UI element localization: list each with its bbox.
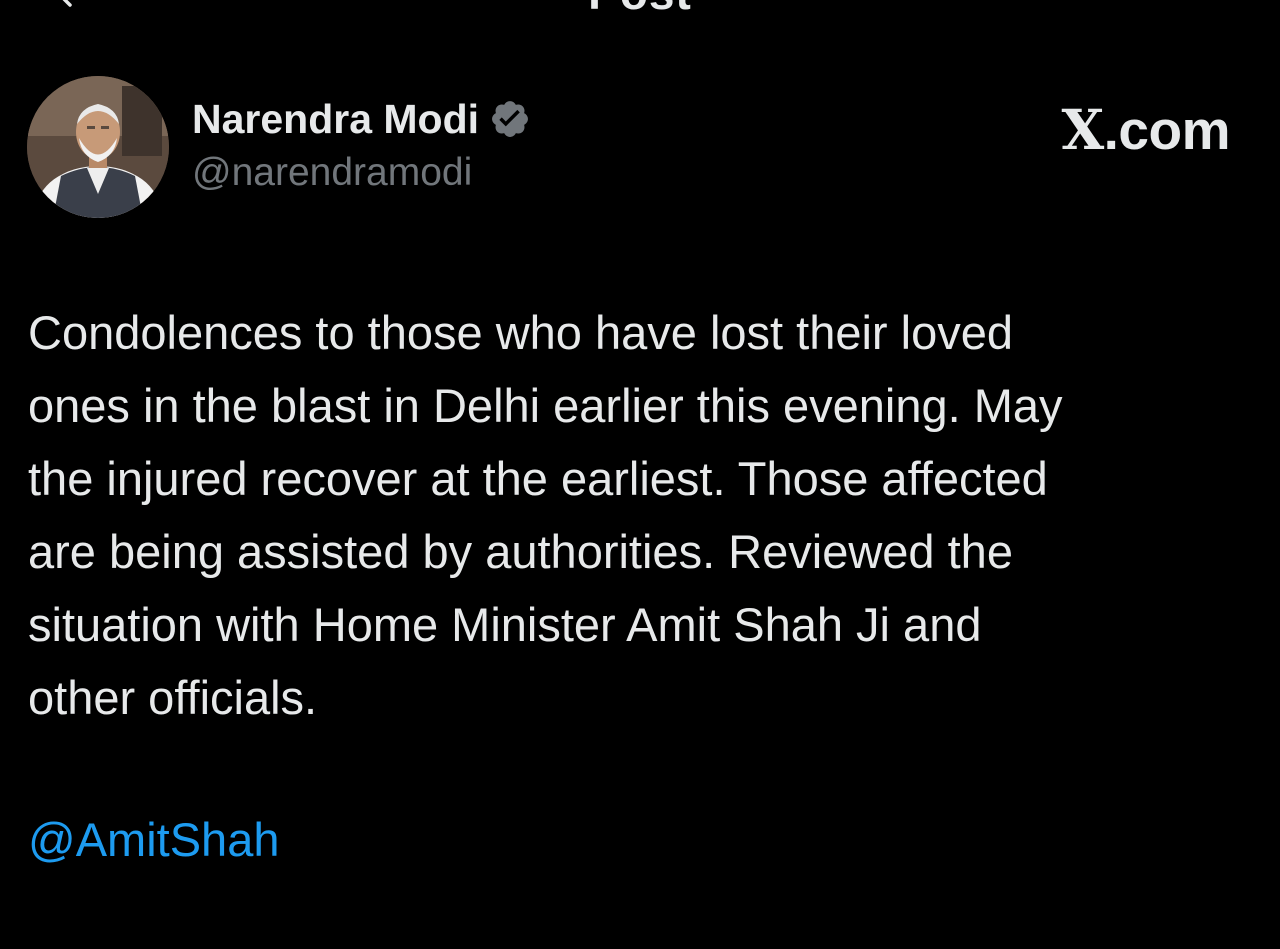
avatar[interactable] [27, 76, 169, 218]
watermark-suffix: .com [1103, 99, 1231, 161]
tweet-text: Condolences to those who have lost their… [28, 296, 1243, 734]
mention-link[interactable]: @AmitShah [28, 807, 279, 873]
author-block[interactable]: Narendra Modi @narendramodi [192, 93, 531, 195]
tweet-text-line: are being assisted by authorities. Revie… [28, 525, 1013, 578]
x-com-watermark: X.com [1061, 97, 1230, 162]
profile-photo-icon [27, 76, 169, 218]
tweet-text-line: ones in the blast in Delhi earlier this … [28, 379, 1063, 432]
top-navigation-bar: Post [0, 0, 1280, 40]
author-display-name[interactable]: Narendra Modi [192, 96, 479, 143]
tweet-text-line: the injured recover at the earliest. Tho… [28, 452, 1048, 505]
page-title: Post [0, 0, 1280, 20]
author-handle[interactable]: @narendramodi [192, 151, 531, 195]
tweet-text-line: Condolences to those who have lost their… [28, 306, 1014, 359]
tweet-text-line: situation with Home Minister Amit Shah J… [28, 598, 982, 651]
tweet-text-line: other officials. [28, 671, 318, 724]
verified-badge-icon [489, 98, 531, 140]
x-logo-icon: X [1061, 97, 1104, 162]
